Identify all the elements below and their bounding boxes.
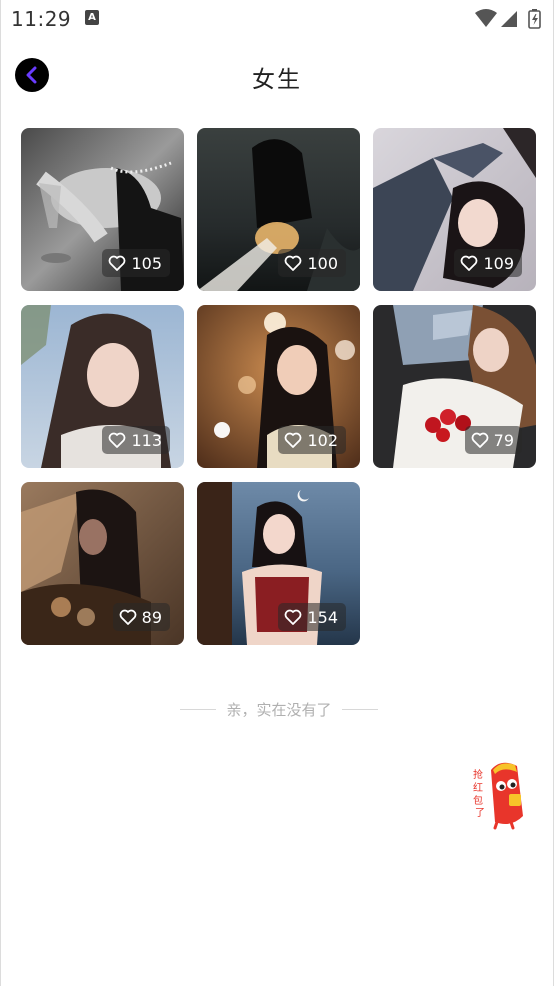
photo-card[interactable]: 105 <box>21 128 184 291</box>
svg-text:了: 了 <box>475 807 485 819</box>
photo-card[interactable]: 113 <box>21 305 184 468</box>
like-badge[interactable]: 102 <box>278 426 346 454</box>
like-count: 79 <box>493 430 514 450</box>
page-title: 女生 <box>252 67 302 93</box>
like-badge[interactable]: 109 <box>454 249 522 277</box>
like-badge[interactable]: 113 <box>102 426 170 454</box>
a-letter-icon: A <box>85 10 99 25</box>
battery-charging-icon <box>528 9 541 29</box>
heart-icon <box>109 255 126 271</box>
divider <box>341 708 378 710</box>
end-of-list-note: 亲，实在没有了 <box>173 698 385 720</box>
heart-icon <box>471 432 489 448</box>
heart-icon <box>285 432 302 448</box>
divider <box>180 708 217 710</box>
like-count: 102 <box>307 430 338 450</box>
like-badge[interactable]: 79 <box>464 426 522 454</box>
nav-header: 女生 <box>1 50 553 102</box>
svg-text:红: 红 <box>473 781 483 794</box>
photo-card[interactable]: 79 <box>373 305 536 468</box>
app-screen: 11:29 A 女生 105 100 109 113 102 79 89 154… <box>0 0 554 986</box>
signal-icon <box>501 11 517 27</box>
photo-card[interactable]: 154 <box>197 482 360 645</box>
like-count: 109 <box>483 253 514 273</box>
photo-card[interactable]: 89 <box>21 482 184 645</box>
like-badge[interactable]: 154 <box>278 603 346 631</box>
like-count: 105 <box>131 253 162 273</box>
wifi-icon <box>475 9 497 27</box>
like-count: 100 <box>307 253 338 273</box>
heart-icon <box>461 255 478 271</box>
heart-icon <box>285 609 302 625</box>
svg-text:抢: 抢 <box>473 768 483 781</box>
like-badge[interactable]: 105 <box>102 249 170 277</box>
heart-icon <box>119 609 137 625</box>
photo-grid: 105 100 109 113 102 79 89 154 <box>21 128 537 645</box>
like-badge[interactable]: 89 <box>112 603 170 631</box>
status-bar: 11:29 A <box>1 0 553 38</box>
like-count: 154 <box>307 607 338 627</box>
end-of-list-text: 亲，实在没有了 <box>226 700 332 719</box>
red-packet-mascot-icon[interactable]: 抢 红 包 了 <box>471 756 531 830</box>
photo-card[interactable]: 109 <box>373 128 536 291</box>
svg-text:包: 包 <box>473 794 483 807</box>
photo-card[interactable]: 100 <box>197 128 360 291</box>
status-icons <box>473 8 545 30</box>
heart-icon <box>285 255 302 271</box>
like-badge[interactable]: 100 <box>278 249 346 277</box>
status-time: 11:29 <box>11 7 72 31</box>
like-count: 113 <box>131 430 162 450</box>
like-count: 89 <box>141 607 162 627</box>
photo-card[interactable]: 102 <box>197 305 360 468</box>
heart-icon <box>109 432 126 448</box>
